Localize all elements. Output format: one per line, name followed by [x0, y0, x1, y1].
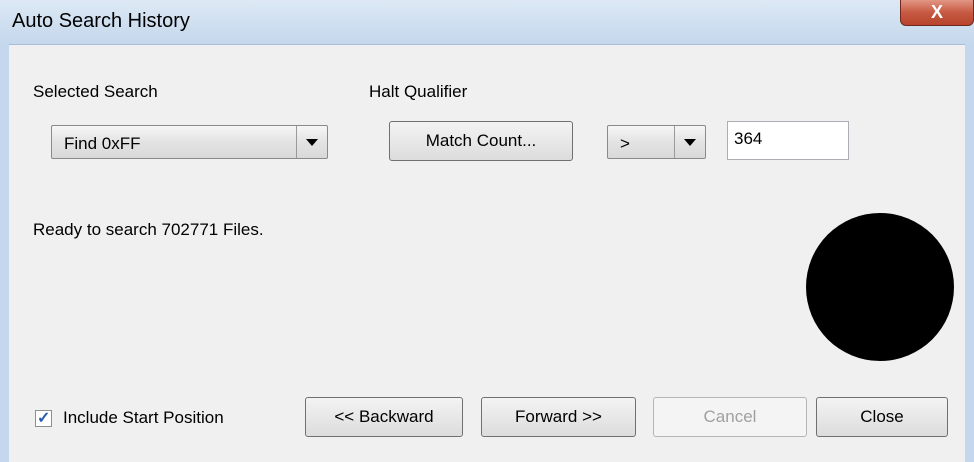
include-start-label: Include Start Position: [63, 408, 224, 427]
operator-dropdown[interactable]: >: [607, 125, 706, 159]
operator-value: >: [620, 134, 630, 153]
include-start-checkbox[interactable]: ✓: [35, 410, 52, 427]
close-icon: X: [930, 2, 943, 22]
window-frame-right: [965, 44, 974, 462]
chevron-down-icon: [684, 139, 696, 146]
title-bar: Auto Search History X: [0, 0, 974, 45]
selected-search-dropdown[interactable]: Find 0xFF: [51, 125, 328, 159]
checkmark-icon: ✓: [37, 410, 51, 427]
dropdown-toggle[interactable]: [296, 126, 327, 158]
window-title: Auto Search History: [12, 10, 190, 32]
status-circle-icon: [806, 213, 954, 361]
status-text: Ready to search 702771 Files.: [33, 220, 264, 239]
match-count-value: 364: [734, 129, 763, 148]
selected-search-label: Selected Search: [33, 82, 158, 101]
backward-button[interactable]: << Backward: [305, 397, 463, 437]
close-button[interactable]: Close: [816, 397, 948, 437]
forward-button[interactable]: Forward >>: [481, 397, 636, 437]
halt-qualifier-label: Halt Qualifier: [369, 82, 468, 101]
selected-search-value: Find 0xFF: [64, 134, 141, 153]
cancel-button[interactable]: Cancel: [653, 397, 807, 437]
chevron-down-icon: [306, 139, 318, 146]
window-frame-left: [0, 44, 9, 462]
close-window-button[interactable]: X: [900, 0, 974, 26]
match-count-input[interactable]: 364: [727, 121, 849, 160]
operator-dropdown-toggle[interactable]: [674, 126, 705, 158]
dialog-body: Selected Search Find 0xFF Halt Qualifier…: [9, 45, 965, 462]
match-count-button[interactable]: Match Count...: [389, 121, 573, 161]
